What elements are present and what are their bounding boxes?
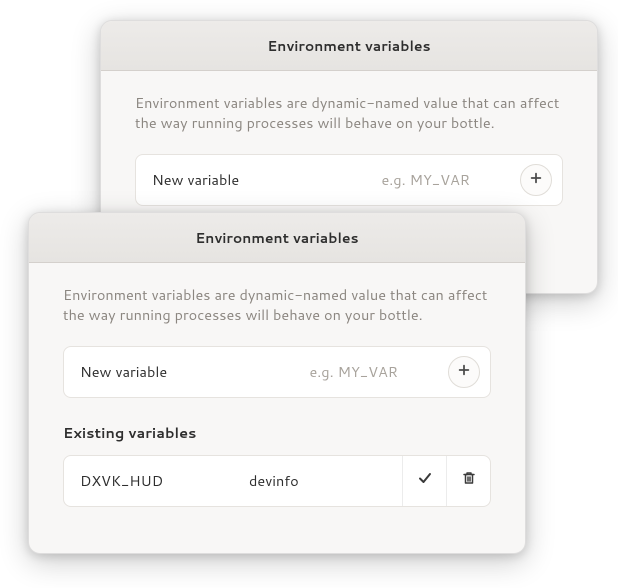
description-text: Environment variables are dynamic-named …	[135, 93, 563, 134]
titlebar: Environment variables	[101, 21, 597, 71]
add-variable-button[interactable]	[448, 356, 480, 388]
existing-variable-row: DXVK_HUD devinfo	[63, 455, 491, 507]
check-icon	[417, 469, 433, 492]
new-variable-label: New variable	[80, 361, 309, 382]
env-vars-dialog-front: Environment variables Environment variab…	[28, 212, 526, 554]
new-variable-row[interactable]: New variable e.g. MY_VAR	[63, 346, 491, 398]
plus-icon	[529, 168, 543, 191]
content-area: Environment variables are dynamic-named …	[101, 71, 597, 234]
new-variable-label: New variable	[152, 169, 381, 190]
plus-icon	[457, 360, 471, 383]
save-variable-button[interactable]	[402, 456, 446, 506]
new-variable-placeholder: e.g. MY_VAR	[309, 361, 398, 382]
titlebar: Environment variables	[29, 213, 525, 263]
window-title: Environment variables	[267, 36, 430, 56]
variable-value-field[interactable]: devinfo	[233, 470, 402, 491]
close-button[interactable]	[561, 35, 583, 57]
new-variable-row[interactable]: New variable e.g. MY_VAR	[135, 154, 563, 206]
window-title: Environment variables	[195, 228, 358, 248]
delete-variable-button[interactable]	[446, 456, 490, 506]
close-button[interactable]	[489, 227, 511, 249]
description-text: Environment variables are dynamic-named …	[63, 285, 491, 326]
trash-icon	[461, 469, 477, 492]
existing-variables-title: Existing variables	[63, 422, 491, 443]
add-variable-button[interactable]	[520, 164, 552, 196]
content-area: Environment variables are dynamic-named …	[29, 263, 525, 535]
new-variable-placeholder: e.g. MY_VAR	[381, 169, 470, 190]
variable-name-field[interactable]: DXVK_HUD	[64, 470, 233, 491]
